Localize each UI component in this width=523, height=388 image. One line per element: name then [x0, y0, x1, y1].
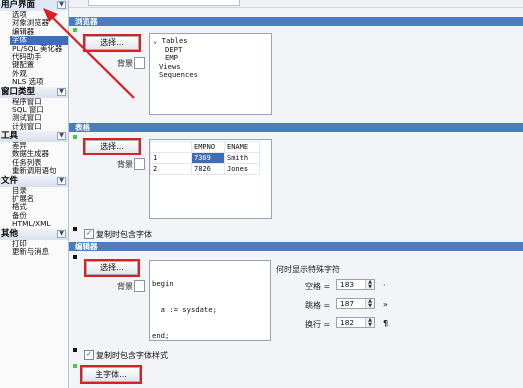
annotation-arrow [43, 8, 135, 99]
arrow-shaft [48, 13, 135, 99]
